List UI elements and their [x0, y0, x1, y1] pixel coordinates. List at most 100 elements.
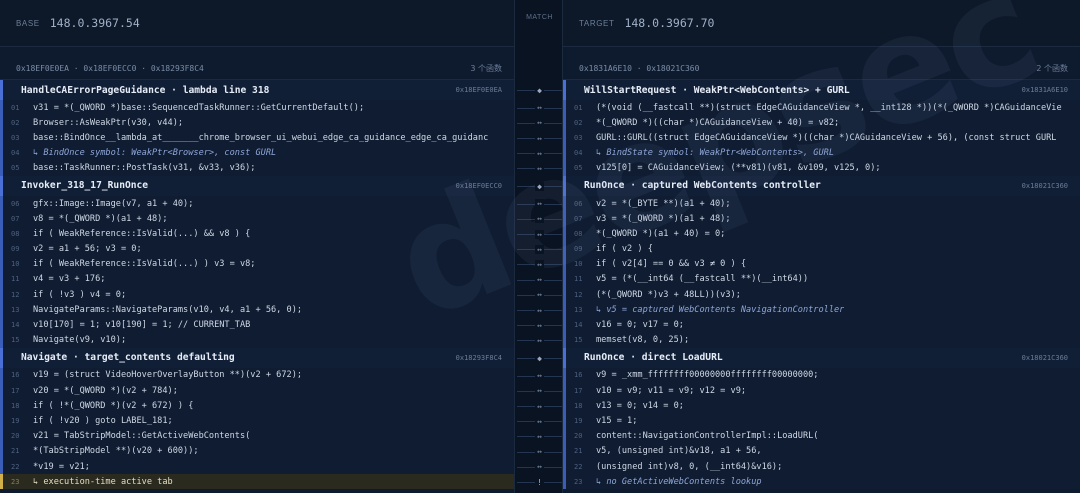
code-line[interactable]: 03 base::BindOnce__lambda_at_______chrom… — [0, 130, 514, 146]
line-number: 22 — [11, 462, 20, 471]
code-line[interactable]: 14 v10[170] = 1; v10[190] = 1; // CURREN… — [0, 317, 514, 333]
code-text: NavigateParams::NavigateParams(v10, v4, … — [33, 304, 303, 315]
line-number: 18 — [574, 401, 583, 410]
line-number: 05 — [574, 164, 583, 173]
base-pane: BASE 148.0.3967.54 0x18EF0E0EA · 0x18EF0… — [0, 0, 514, 493]
code-line[interactable]: 21 *(TabStripModel **)(v20 + 600)); — [0, 443, 514, 459]
code-line[interactable]: 16 v9 = _xmm_ffffffff00000000ffffffff000… — [563, 367, 1080, 383]
code-line[interactable]: 19 if ( !v20 ) goto LABEL_181; — [0, 413, 514, 429]
code-line[interactable]: 17 v10 = v9; v11 = v9; v12 = v9; — [563, 383, 1080, 399]
line-number: 16 — [11, 371, 20, 380]
code-line[interactable]: 07 v8 = *(_QWORD *)(a1 + 48); — [0, 211, 514, 227]
code-text: base::TaskRunner::PostTask(v31, &v33, v3… — [33, 163, 256, 174]
code-line[interactable]: 05 base::TaskRunner::PostTask(v31, &v33,… — [0, 160, 514, 176]
match-link-icon: ↔ — [515, 414, 564, 429]
code-text: if ( !v20 ) goto LABEL_181; — [33, 415, 173, 426]
code-line[interactable]: 18 if ( !*(_QWORD *)(v2 + 672) ) { — [0, 398, 514, 414]
function-address: 0x18EF0E0EA — [455, 86, 502, 94]
code-line[interactable]: 23 ↳ execution-time active tab — [0, 474, 514, 490]
function-name: Invoker_318_17_RunOnce — [21, 180, 149, 192]
code-text: ↳ no GetActiveWebContents lookup — [596, 476, 762, 487]
code-line[interactable]: 13 ↳ v5 = captured WebContents Navigatio… — [563, 302, 1080, 318]
line-number: 13 — [11, 305, 20, 314]
code-text: if ( !*(_QWORD *)(v2 + 672) ) { — [33, 400, 194, 411]
code-line[interactable]: 22 (unsigned int)v8, 0, (__int64)&v16); — [563, 458, 1080, 475]
line-number: 10 — [11, 260, 20, 269]
code-text: if ( WeakReference::IsValid(...) && v8 )… — [33, 228, 251, 239]
code-line[interactable]: 21 v5, (unsigned int)&v18, a1 + 56, — [563, 443, 1080, 459]
code-line[interactable]: 15 Navigate(v9, v10); — [0, 332, 514, 348]
code-text: v16 = 0; v17 = 0; — [596, 320, 684, 331]
match-link-icon: ↔ — [515, 242, 564, 257]
match-label: MATCH — [526, 14, 553, 21]
code-line[interactable]: 01 v31 = *(_QWORD *)base::SequencedTaskR… — [0, 100, 514, 116]
code-line[interactable]: 11 v5 = (*(__int64 (__fastcall **)(__int… — [563, 271, 1080, 288]
code-line[interactable]: 11 v4 = v3 + 176; — [0, 271, 514, 288]
code-line[interactable]: 10 if ( WeakReference::IsValid(...) ) v3… — [0, 256, 514, 272]
base-header: BASE 148.0.3967.54 — [0, 0, 514, 47]
match-link-icon: ↔ — [515, 368, 564, 383]
code-line[interactable]: 02 Browser::AsWeakPtr(v30, v44); — [0, 115, 514, 131]
base-address-range: 0x18EF0E0EA · 0x18EF0ECC0 · 0x18293F8C4 — [16, 63, 204, 73]
code-line[interactable]: 20 content::NavigationControllerImpl::Lo… — [563, 428, 1080, 444]
match-link-icon: ↔ — [515, 257, 564, 272]
function-header[interactable]: RunOnce · captured WebContents controlle… — [563, 175, 1080, 196]
base-range-bar: 0x18EF0E0EA · 0x18EF0ECC0 · 0x18293F8C4 … — [0, 57, 514, 80]
code-line[interactable]: 22 *v19 = v21; — [0, 458, 514, 475]
code-line[interactable]: 10 if ( v2[4] == 0 && v3 ≠ 0 ) { — [563, 256, 1080, 272]
code-line[interactable]: 06 gfx::Image::Image(v7, a1 + 40); — [0, 195, 514, 212]
code-line[interactable]: 08 if ( WeakReference::IsValid(...) && v… — [0, 226, 514, 242]
code-line[interactable]: 15 memset(v8, 0, 25); — [563, 332, 1080, 348]
function-header[interactable]: RunOnce · direct LoadURL 0x18021C360 — [563, 347, 1080, 368]
target-address-range: 0x1831A6E10 · 0x18021C360 — [579, 63, 700, 73]
code-text: if ( !v3 ) v4 = 0; — [33, 289, 127, 300]
base-function-count: 3 个函数 — [470, 63, 502, 73]
code-text: gfx::Image::Image(v7, a1 + 40); — [33, 198, 194, 209]
code-line[interactable]: 12 (*(_QWORD *)v3 + 48LL))(v3); — [563, 287, 1080, 303]
code-line[interactable]: 12 if ( !v3 ) v4 = 0; — [0, 287, 514, 303]
code-line[interactable]: 09 if ( v2 ) { — [563, 241, 1080, 257]
code-line[interactable]: 06 v2 = *(_BYTE **)(a1 + 40); — [563, 195, 1080, 212]
target-label: TARGET — [579, 18, 615, 28]
code-text: v13 = 0; v14 = 0; — [596, 400, 684, 411]
target-function-count: 2 个函数 — [1036, 63, 1068, 73]
function-header[interactable]: HandleCAErrorPageGuidance · lambda line … — [0, 80, 514, 100]
line-number: 07 — [574, 214, 583, 223]
line-number: 12 — [11, 290, 20, 299]
line-number: 16 — [574, 371, 583, 380]
code-line[interactable]: 18 v13 = 0; v14 = 0; — [563, 398, 1080, 414]
code-line[interactable]: 04 ↳ BindOnce symbol: WeakPtr<Browser>, … — [0, 145, 514, 161]
code-line[interactable]: 03 GURL::GURL((struct EdgeCAGuidanceView… — [563, 130, 1080, 146]
match-anchor-icon: ◆ — [515, 83, 564, 98]
code-line[interactable]: 19 v15 = 1; — [563, 413, 1080, 429]
match-link-icon: ↔ — [515, 272, 564, 287]
code-text: (unsigned int)v8, 0, (__int64)&v16); — [596, 461, 783, 472]
code-text: if ( WeakReference::IsValid(...) ) v3 = … — [33, 259, 256, 270]
code-line[interactable]: 17 v20 = *(_QWORD *)(v2 + 784); — [0, 383, 514, 399]
function-header[interactable]: WillStartRequest · WeakPtr<WebContents> … — [563, 80, 1080, 100]
match-link-icon: ↔ — [515, 318, 564, 333]
code-text: v9 = _xmm_ffffffff00000000ffffffff000000… — [596, 370, 819, 381]
code-line[interactable]: 16 v19 = (struct VideoHoverOverlayButton… — [0, 367, 514, 383]
function-header[interactable]: Navigate · target_contents defaulting 0x1… — [0, 347, 514, 368]
code-line[interactable]: 01 (*(void (__fastcall **)(struct EdgeCA… — [563, 100, 1080, 116]
match-link-icon: ↔ — [515, 196, 564, 211]
code-line[interactable]: 20 v21 = TabStripModel::GetActiveWebCont… — [0, 428, 514, 444]
function-name: RunOnce · direct LoadURL — [584, 352, 723, 364]
code-line[interactable]: 09 v2 = a1 + 56; v3 = 0; — [0, 241, 514, 257]
code-line[interactable]: 13 NavigateParams::NavigateParams(v10, v… — [0, 302, 514, 318]
diff-view: BASE 148.0.3967.54 0x18EF0E0EA · 0x18EF0… — [0, 0, 1080, 493]
line-number: 03 — [11, 133, 20, 142]
code-text: Browser::AsWeakPtr(v30, v44); — [33, 117, 184, 128]
code-line[interactable]: 23 ↳ no GetActiveWebContents lookup — [563, 474, 1080, 490]
function-header[interactable]: Invoker_318_17_RunOnce 0x18EF0ECC0 — [0, 175, 514, 196]
match-anchor-icon: ◆ — [515, 179, 564, 194]
code-line[interactable]: 02 *(_QWORD *)((char *)CAGuidanceView + … — [563, 115, 1080, 131]
code-line[interactable]: 05 v125[0] = CAGuidanceView; (**v81)(v81… — [563, 160, 1080, 176]
code-line[interactable]: 07 v3 = *(_QWORD *)(a1 + 48); — [563, 211, 1080, 227]
code-line[interactable]: 14 v16 = 0; v17 = 0; — [563, 317, 1080, 333]
code-line[interactable]: 08 *(_QWORD *)(a1 + 40) = 0; — [563, 226, 1080, 242]
code-line[interactable]: 04 ↳ BindState symbol: WeakPtr<WebConten… — [563, 145, 1080, 161]
line-number: 23 — [574, 477, 583, 486]
code-text: v20 = *(_QWORD *)(v2 + 784); — [33, 385, 178, 396]
